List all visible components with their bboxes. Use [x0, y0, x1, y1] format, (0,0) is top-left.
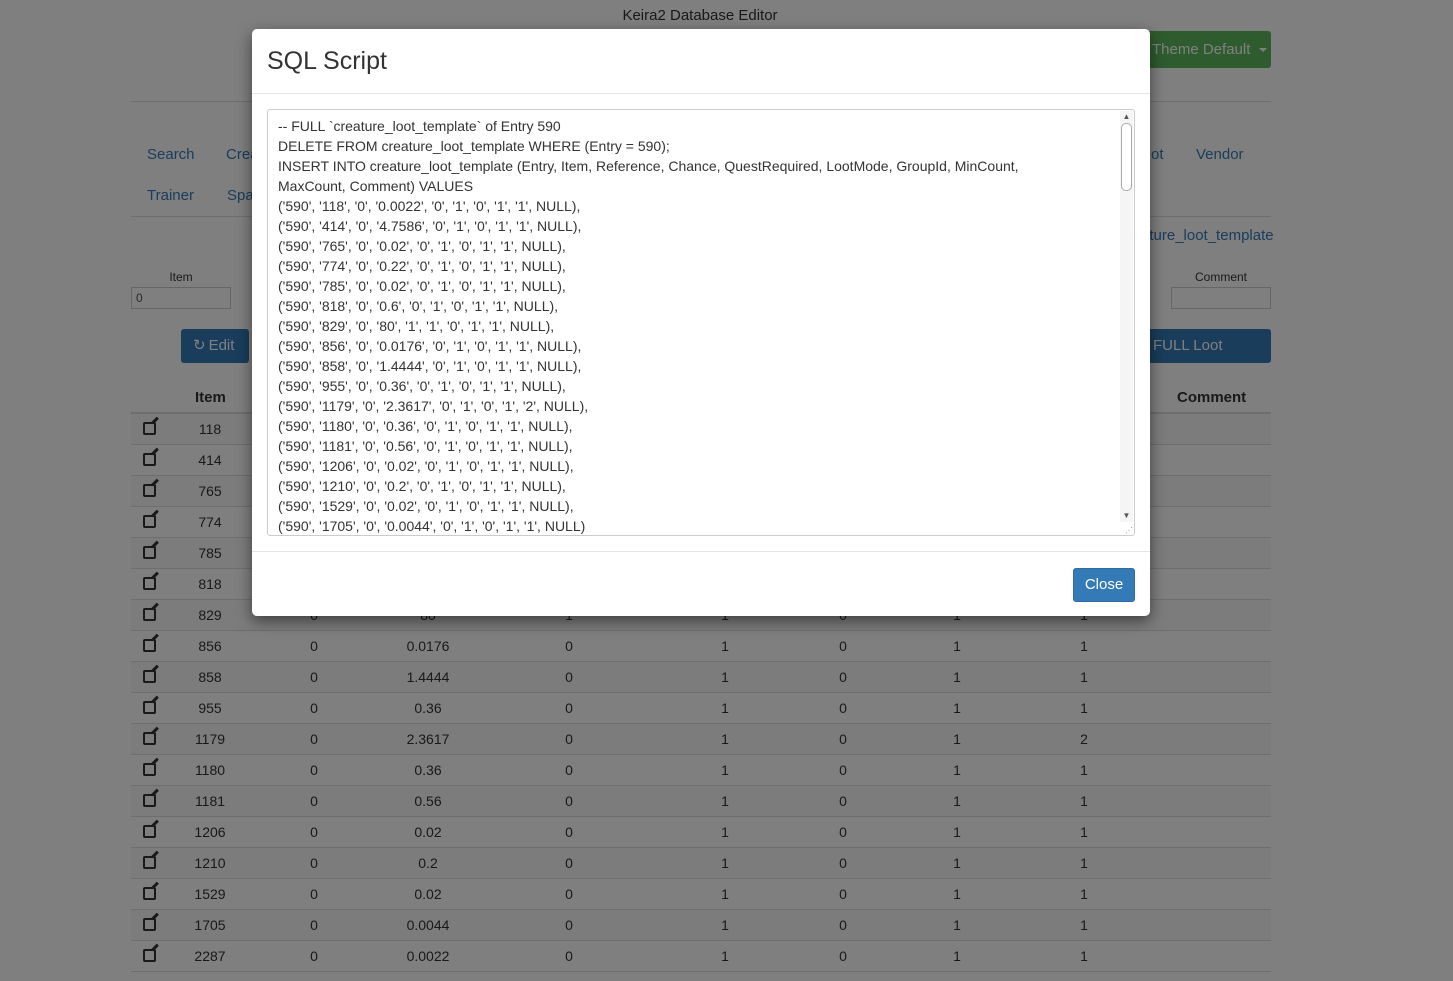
close-button[interactable]: Close — [1073, 568, 1135, 602]
sql-line: ('590', '829', '0', '80', '1', '1', '0',… — [278, 318, 555, 334]
sql-line: DELETE FROM creature_loot_template WHERE… — [278, 138, 670, 154]
sql-line: MaxCount, Comment) VALUES — [278, 178, 474, 194]
sql-line: INSERT INTO creature_loot_template (Entr… — [278, 158, 1019, 174]
sql-line: ('590', '1181', '0', '0.56', '0', '1', '… — [278, 438, 573, 454]
textarea-scrollbar[interactable]: ▲ ▼ — [1120, 111, 1133, 522]
resize-grip-icon[interactable]: ⋰ — [1125, 526, 1134, 535]
sql-line: ('590', '1180', '0', '0.36', '0', '1', '… — [278, 418, 573, 434]
sql-line: ('590', '955', '0', '0.36', '0', '1', '0… — [278, 378, 566, 394]
sql-line: ('590', '765', '0', '0.02', '0', '1', '0… — [278, 238, 566, 254]
sql-line: ('590', '856', '0', '0.0176', '0', '1', … — [278, 338, 582, 354]
scroll-down-icon[interactable]: ▼ — [1120, 510, 1133, 522]
scroll-thumb[interactable] — [1121, 123, 1132, 191]
sql-script-textarea[interactable]: -- FULL `creature_loot_template` of Entr… — [267, 109, 1135, 536]
sql-line: ('590', '1705', '0', '0.0044', '0', '1',… — [278, 518, 586, 534]
sql-line: ('590', '1179', '0', '2.3617', '0', '1',… — [278, 398, 589, 414]
sql-line: ('590', '414', '0', '4.7586', '0', '1', … — [278, 218, 582, 234]
sql-line: ('590', '818', '0', '0.6', '0', '1', '0'… — [278, 298, 559, 314]
modal-footer: Close — [252, 551, 1150, 616]
modal-header: SQL Script — [252, 29, 1150, 94]
scroll-up-icon[interactable]: ▲ — [1120, 111, 1133, 123]
sql-line: ('590', '118', '0', '0.0022', '0', '1', … — [278, 198, 581, 214]
modal-title: SQL Script — [267, 47, 387, 75]
sql-line: -- FULL `creature_loot_template` of Entr… — [278, 118, 561, 134]
sql-line: ('590', '785', '0', '0.02', '0', '1', '0… — [278, 278, 566, 294]
sql-line: ('590', '1210', '0', '0.2', '0', '1', '0… — [278, 478, 566, 494]
sql-line: ('590', '1529', '0', '0.02', '0', '1', '… — [278, 498, 574, 514]
sql-line: ('590', '858', '0', '1.4444', '0', '1', … — [278, 358, 582, 374]
modal-body: -- FULL `creature_loot_template` of Entr… — [267, 109, 1135, 536]
sql-line: ('590', '1206', '0', '0.02', '0', '1', '… — [278, 458, 574, 474]
sql-line: ('590', '774', '0', '0.22', '0', '1', '0… — [278, 258, 566, 274]
sql-script-modal: SQL Script -- FULL `creature_loot_templa… — [252, 29, 1150, 616]
